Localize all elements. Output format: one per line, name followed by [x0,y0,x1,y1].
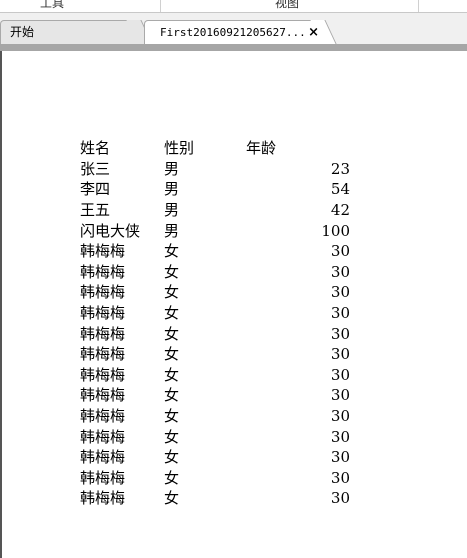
cell-sex: 女 [164,345,180,364]
cell-sex: 女 [164,262,180,281]
cell-sex: 女 [164,468,180,487]
table-row: 韩梅梅 女 30 [80,323,350,344]
cell-sex: 女 [164,242,180,261]
column-header-name: 姓名 [80,139,111,158]
table-row: 韩梅梅 女 30 [80,365,350,386]
table-row: 韩梅梅 女 30 [80,344,350,365]
cell-age: 30 [330,427,350,446]
table-row: 闪电大侠 男 100 [80,220,350,241]
cell-name: 韩梅梅 [80,468,126,487]
table-row: 韩梅梅 女 30 [80,406,350,427]
cell-name: 韩梅梅 [80,489,126,508]
cell-name: 韩梅梅 [80,345,126,364]
cell-name: 韩梅梅 [80,365,126,384]
cell-sex: 男 [164,201,180,220]
cell-sex: 女 [164,365,180,384]
cell-sex: 女 [164,283,180,302]
cell-sex: 女 [164,304,180,323]
tab-content-divider [0,44,467,51]
cell-age: 30 [330,283,350,302]
table-row: 韩梅梅 女 30 [80,426,350,447]
cell-age: 30 [330,345,350,364]
cell-name: 王五 [80,201,111,220]
menu-separator [160,0,161,12]
cell-age: 30 [330,407,350,426]
cell-age: 30 [330,242,350,261]
table-row: 韩梅梅 女 30 [80,241,350,262]
cell-age: 100 [321,221,350,240]
cell-name: 韩梅梅 [80,242,126,261]
table-row: 韩梅梅 女 30 [80,468,350,489]
table-row: 韩梅梅 女 30 [80,303,350,324]
cell-age: 30 [330,468,350,487]
menu-tools[interactable]: 工具 [40,0,64,11]
cell-age: 30 [330,304,350,323]
cell-age: 30 [330,262,350,281]
cell-age: 30 [330,489,350,508]
document-view[interactable]: 姓名 性别 年龄 张三男 23 李四男 54 王五男 42 闪电大侠男 100 韩梅梅女 30 韩梅… [0,51,467,558]
table-row: 王五 男 42 [80,200,350,221]
cell-name: 韩梅梅 [80,304,126,323]
tab-label: First20160921205627... [160,26,306,39]
close-icon[interactable]: × [308,21,319,44]
cell-sex: 女 [164,489,180,508]
cell-age: 30 [330,365,350,384]
tab-strip: 开始 First20160921205627... × [0,13,467,44]
cell-sex: 女 [164,448,180,467]
cell-age: 23 [330,159,350,178]
menu-view[interactable]: 视图 [275,0,299,11]
tab-label: 开始 [10,25,35,39]
cell-age: 54 [330,180,350,199]
cell-name: 韩梅梅 [80,407,126,426]
table-row: 韩梅梅 女 30 [80,488,350,509]
cell-name: 闪电大侠 [80,221,141,240]
table-row: 韩梅梅 女 30 [80,282,350,303]
menu-bar: 工具 视图 [0,0,467,13]
cell-name: 韩梅梅 [80,427,126,446]
cell-name: 韩梅梅 [80,283,126,302]
column-header-age: 年龄 [246,139,277,158]
table-row: 韩梅梅 女 30 [80,385,350,406]
cell-name: 韩梅梅 [80,262,126,281]
cell-sex: 男 [164,221,180,240]
menu-separator [418,0,419,12]
cell-sex: 女 [164,427,180,446]
cell-age: 30 [330,386,350,405]
table-row: 张三 男 23 [80,159,350,180]
cell-name: 张三 [80,159,111,178]
cell-age: 30 [330,324,350,343]
tab-file[interactable]: First20160921205627... × [144,20,324,44]
cell-age: 30 [330,448,350,467]
cell-name: 韩梅梅 [80,448,126,467]
cell-sex: 男 [164,159,180,178]
table-row: 韩梅梅 女 30 [80,447,350,468]
table-header-row: 姓名 性别 年龄 [80,138,350,159]
table-row: 韩梅梅 女 30 [80,262,350,283]
data-table: 姓名 性别 年龄 张三男 23 李四男 54 王五男 42 闪电大侠男 100 韩梅梅女 30 韩梅… [80,138,350,509]
column-header-sex: 性别 [164,139,195,158]
cell-name: 李四 [80,180,111,199]
cell-name: 韩梅梅 [80,324,126,343]
cell-sex: 女 [164,386,180,405]
cell-sex: 女 [164,407,180,426]
tab-start[interactable]: 开始 [0,20,140,44]
cell-age: 42 [330,201,350,220]
cell-sex: 男 [164,180,180,199]
cell-name: 韩梅梅 [80,386,126,405]
table-row: 李四 男 54 [80,179,350,200]
cell-sex: 女 [164,324,180,343]
